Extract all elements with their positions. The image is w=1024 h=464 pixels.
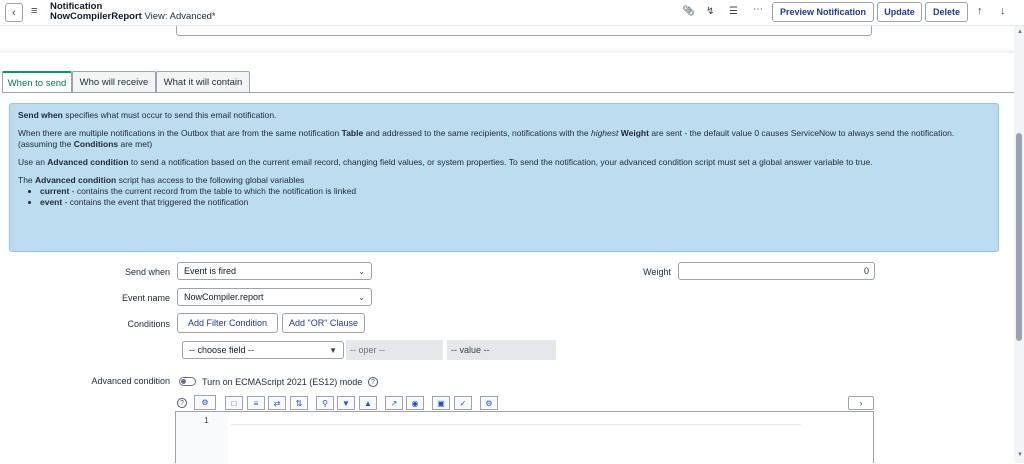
list-item: current - contains the current record fr…: [40, 186, 990, 197]
info-panel: Send when specifies what must occur to s…: [9, 103, 999, 252]
info-paragraph: Send when specifies what must occur to s…: [18, 110, 990, 121]
search-icon[interactable]: ⚲: [316, 396, 334, 410]
tab-what-it-will-contain[interactable]: What it will contain: [156, 71, 250, 92]
value-input[interactable]: -- value --: [447, 340, 556, 360]
variable-name: event: [40, 197, 63, 207]
page-subtitle: NowCompilerReport View: Advanced*: [50, 12, 216, 22]
settings-icon[interactable]: ⚙: [480, 396, 498, 410]
info-text: Use an: [18, 157, 48, 167]
list-item: event - contains the event that triggere…: [40, 197, 990, 208]
es12-toggle-label: Turn on ECMAScript 2021 (ES12) mode: [202, 377, 363, 387]
back-button[interactable]: ‹: [5, 3, 23, 22]
comment-icon[interactable]: □: [225, 396, 243, 410]
arrow-up-icon[interactable]: ↑: [977, 5, 983, 17]
replace-all-icon[interactable]: ⇅: [290, 396, 308, 410]
info-paragraph: Use an Advanced condition to send a noti…: [18, 157, 990, 168]
paperclip-icon[interactable]: 📎︎: [682, 6, 695, 17]
choose-field-value: -- choose field --: [189, 345, 255, 355]
title-block: Notification NowCompilerReport View: Adv…: [50, 2, 216, 22]
script-debugger-icon[interactable]: ↗: [385, 396, 403, 410]
event-name-select[interactable]: NowCompiler.report ⌄: [177, 288, 372, 306]
format-code-icon[interactable]: ≡: [247, 396, 265, 410]
info-text: The: [18, 175, 36, 185]
replace-icon[interactable]: ⇄: [268, 396, 286, 410]
operator-select[interactable]: -- oper --: [346, 340, 443, 360]
form-header: ‹ ≡ Notification NowCompilerReport View:…: [0, 0, 1024, 26]
caret-down-icon: ▼: [329, 345, 337, 355]
choose-field-select[interactable]: -- choose field -- ▼: [182, 341, 344, 359]
help-icon[interactable]: ?: [368, 377, 378, 387]
script-editor[interactable]: 1: [175, 411, 874, 464]
find-next-icon[interactable]: ▼: [337, 396, 355, 410]
advanced-condition-label: Advanced condition: [91, 376, 170, 386]
update-button[interactable]: Update: [877, 2, 922, 22]
arrow-down-icon[interactable]: ↓: [1000, 5, 1006, 17]
send-when-label: Send when: [124, 267, 170, 277]
expand-editor-button[interactable]: ›: [848, 396, 874, 410]
conditions-label: Conditions: [127, 319, 170, 329]
scrollbar-thumb[interactable]: [1016, 133, 1022, 341]
info-bold: Weight: [620, 128, 649, 138]
previous-field-bottom[interactable]: [176, 26, 872, 36]
info-italic: highest: [590, 128, 619, 138]
chevron-down-icon: ⌄: [358, 266, 365, 276]
preview-notification-button[interactable]: Preview Notification: [772, 2, 874, 22]
more-icon[interactable]: ⋯: [753, 4, 763, 15]
editor-current-line[interactable]: [231, 413, 801, 425]
info-text: When there are multiple notifications in…: [18, 128, 342, 138]
record-name: NowCompilerReport: [50, 11, 142, 22]
tabs-underline: [2, 92, 1014, 93]
section-divider: [0, 50, 1014, 53]
weight-label: Weight: [643, 267, 671, 277]
scroll-up-icon[interactable]: ▲: [1017, 29, 1023, 35]
send-when-select[interactable]: Event is fired ⌄: [177, 262, 372, 280]
event-name-value: NowCompiler.report: [184, 292, 264, 302]
add-filter-condition-button[interactable]: Add Filter Condition: [177, 313, 278, 333]
info-text: script has access to the following globa…: [116, 175, 305, 185]
scroll-down-icon[interactable]: ▼: [1017, 452, 1023, 458]
info-paragraph: When there are multiple notifications in…: [18, 128, 990, 150]
send-when-value: Event is fired: [184, 266, 237, 276]
chevron-left-icon: ‹: [12, 6, 16, 19]
event-name-label: Event name: [121, 293, 170, 303]
save-icon[interactable]: ▣: [432, 396, 450, 410]
view-label[interactable]: View: Advanced*: [144, 11, 215, 22]
help-icon[interactable]: ?: [177, 398, 187, 408]
script-include-icon[interactable]: ⚙: [194, 395, 216, 410]
es12-toggle[interactable]: [179, 377, 196, 386]
weight-input[interactable]: 0: [678, 262, 875, 280]
chevron-down-icon: ⌄: [358, 292, 365, 302]
activity-icon[interactable]: ↯: [706, 6, 714, 17]
info-bold: Advanced condition: [47, 157, 129, 167]
variable-name: current: [40, 186, 70, 196]
info-paragraph: The Advanced condition script has access…: [18, 175, 990, 186]
info-text: and addressed to the same recipients, no…: [363, 128, 591, 138]
tab-who-will-receive[interactable]: Who will receive: [72, 71, 156, 92]
find-previous-icon[interactable]: ▲: [359, 396, 377, 410]
editor-gutter: 1: [176, 412, 228, 464]
menu-icon[interactable]: ≡: [31, 5, 37, 17]
info-text: are met): [118, 139, 153, 149]
info-bold: Table: [341, 128, 364, 138]
line-number: 1: [204, 415, 209, 425]
variable-desc: - contains the event that triggered the …: [62, 197, 249, 207]
info-text: specifies what must occur to send this e…: [62, 110, 277, 120]
globe-icon[interactable]: ◉: [406, 396, 424, 410]
chevron-right-icon: ›: [859, 398, 863, 408]
info-bold: Conditions: [73, 139, 119, 149]
info-bold: Send when: [18, 110, 63, 120]
settings-sliders-icon[interactable]: ☰: [729, 6, 738, 17]
tab-when-to-send[interactable]: When to send: [2, 71, 72, 93]
variable-desc: - contains the current record from the t…: [69, 186, 357, 196]
info-text: to send a notification based on the curr…: [128, 157, 873, 167]
global-variables-list: current - contains the current record fr…: [18, 186, 990, 208]
add-or-clause-button[interactable]: Add "OR" Clause: [282, 313, 365, 333]
info-bold: Advanced condition: [35, 175, 117, 185]
syntax-check-icon[interactable]: ✓: [454, 396, 472, 410]
delete-button[interactable]: Delete: [925, 2, 968, 22]
